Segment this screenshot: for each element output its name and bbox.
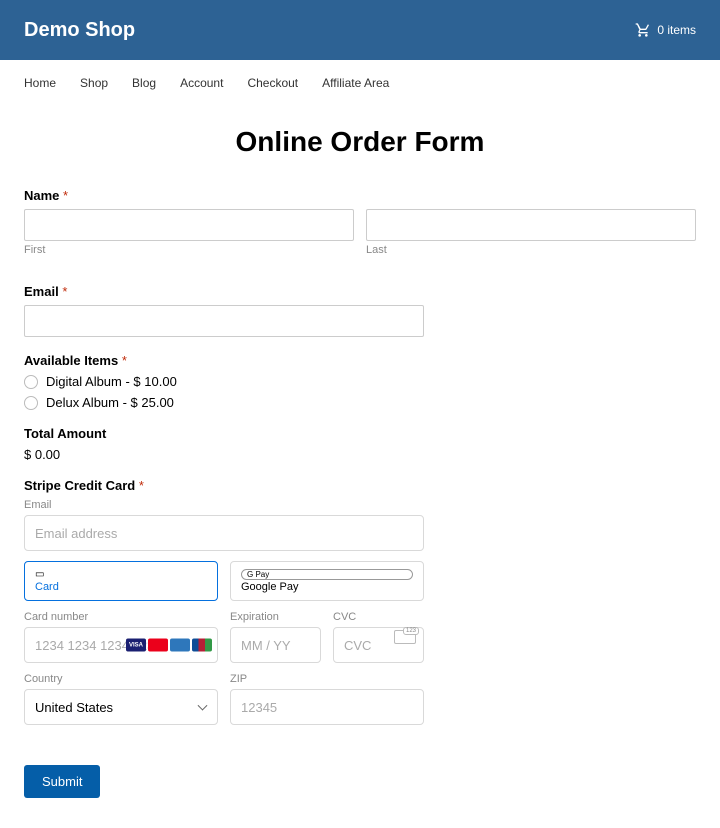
visa-icon: VISA [126,639,146,652]
country-select[interactable] [24,689,218,725]
item-option-0: Digital Album - $ 10.00 [46,374,177,389]
zip-input[interactable] [230,689,424,725]
email-label: Email * [24,284,696,299]
nav-home[interactable]: Home [24,76,56,90]
cart-icon [635,22,651,38]
stripe-email-input[interactable] [24,515,424,551]
first-sublabel: First [24,244,354,256]
item-radio-1[interactable] [24,396,38,410]
main-nav: Home Shop Blog Account Checkout Affiliat… [0,60,720,106]
amex-icon [170,639,190,652]
page-title: Online Order Form [24,126,696,158]
last-name-input[interactable] [366,209,696,241]
zip-label: ZIP [230,673,424,685]
site-header: Demo Shop 0 items [0,0,720,60]
payment-tab-gpay[interactable]: G Pay Google Pay [230,561,424,601]
payment-tab-card[interactable]: ▭ Card [24,561,218,601]
cart-count: 0 items [657,23,696,37]
submit-button[interactable]: Submit [24,765,100,798]
item-option-1: Delux Album - $ 25.00 [46,395,174,410]
cart-link[interactable]: 0 items [635,22,696,38]
cvc-icon [394,630,416,644]
first-name-input[interactable] [24,209,354,241]
total-value: $ 0.00 [24,447,696,462]
nav-shop[interactable]: Shop [80,76,108,90]
stripe-email-label: Email [24,499,424,511]
site-logo[interactable]: Demo Shop [24,19,135,42]
total-label: Total Amount [24,426,696,441]
form-container: Online Order Form Name * First Last Emai… [0,106,720,828]
name-label: Name * [24,188,696,203]
nav-checkout[interactable]: Checkout [247,76,298,90]
nav-affiliate[interactable]: Affiliate Area [322,76,389,90]
card-icon: ▭ [35,569,207,580]
last-sublabel: Last [366,244,696,256]
nav-blog[interactable]: Blog [132,76,156,90]
nav-account[interactable]: Account [180,76,223,90]
items-label: Available Items * [24,353,696,368]
expiration-label: Expiration [230,611,321,623]
email-input[interactable] [24,305,424,337]
card-brand-icons: VISA [126,639,212,652]
stripe-label: Stripe Credit Card * [24,478,424,493]
mastercard-icon [148,639,168,652]
cvc-label: CVC [333,611,424,623]
card-number-label: Card number [24,611,218,623]
item-radio-0[interactable] [24,375,38,389]
country-label: Country [24,673,218,685]
jcb-icon [192,639,212,652]
gpay-icon: G Pay [241,569,413,580]
expiration-input[interactable] [230,627,321,663]
